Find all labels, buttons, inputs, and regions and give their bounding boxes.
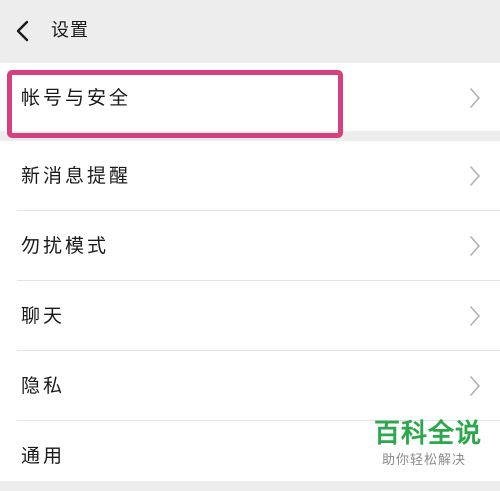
settings-item-privacy[interactable]: 隐私 (0, 351, 500, 421)
settings-item-do-not-disturb[interactable]: 勿扰模式 (0, 211, 500, 281)
page-title: 设置 (51, 20, 89, 41)
settings-item-chat[interactable]: 聊天 (0, 281, 500, 351)
chevron-right-icon (470, 88, 480, 108)
chevron-right-icon (470, 306, 480, 326)
chevron-right-icon (470, 236, 480, 256)
chevron-right-icon (470, 166, 480, 186)
settings-item-label: 新消息提醒 (21, 165, 132, 187)
header: 设置 (0, 0, 500, 62)
settings-item-label: 勿扰模式 (21, 235, 110, 257)
chevron-right-icon (470, 376, 480, 396)
settings-item-label: 隐私 (21, 375, 66, 397)
back-arrow-icon[interactable] (14, 20, 32, 42)
settings-item-new-message-alerts[interactable]: 新消息提醒 (0, 141, 500, 211)
settings-item-label: 聊天 (21, 305, 66, 327)
watermark-tagline: 助你轻松解决 (382, 453, 467, 468)
highlight-box (7, 70, 343, 138)
watermark-logo: 百科全说 (374, 419, 483, 449)
settings-item-label: 通用 (21, 445, 66, 467)
